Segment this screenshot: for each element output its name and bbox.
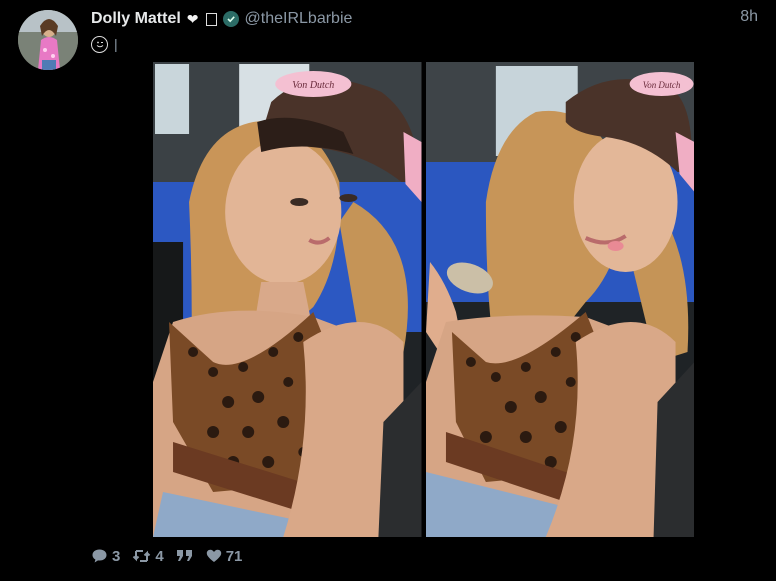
like-button[interactable]: 71 [206, 547, 243, 565]
quote-icon [176, 550, 192, 561]
retweet-icon [133, 550, 151, 562]
avatar-image [18, 10, 78, 70]
display-name[interactable]: Dolly Mattel [91, 10, 181, 28]
avatar[interactable] [18, 10, 78, 70]
reply-button[interactable]: 3 [91, 548, 120, 565]
media-gallery: Von Dutch Von Dutch [153, 62, 694, 537]
reply-count: 3 [112, 547, 121, 565]
winking-tongue-emoji-icon [91, 35, 108, 53]
like-count: 71 [225, 547, 243, 565]
photo-2-image: Von Dutch [425, 62, 694, 537]
verified-badge-icon [222, 11, 239, 27]
heart-icon [206, 549, 221, 562]
retweet-count: 4 [155, 547, 164, 565]
photo-1[interactable]: Von Dutch [153, 62, 422, 537]
tweet-header: Dolly Mattel ❤ @theIRLbarbie 8h [91, 8, 758, 30]
photo-2[interactable]: Von Dutch [425, 62, 694, 537]
tweet-body: | [114, 36, 118, 52]
photo-1-image: Von Dutch [153, 62, 422, 537]
timestamp[interactable]: 8h [740, 8, 758, 26]
hat-logo-2: Von Dutch [642, 80, 680, 90]
tweet-actions: 3 4 71 [91, 545, 242, 567]
retweet-button[interactable]: 4 [132, 547, 164, 565]
hat-logo-1: Von Dutch [292, 80, 334, 91]
tweet-text: | [91, 34, 118, 54]
reply-icon [92, 549, 107, 563]
quote-button[interactable] [176, 549, 194, 563]
missing-glyph-icon [205, 12, 217, 26]
heart-emoji-icon: ❤ [186, 10, 199, 27]
user-handle[interactable]: @theIRLbarbie [245, 10, 353, 28]
